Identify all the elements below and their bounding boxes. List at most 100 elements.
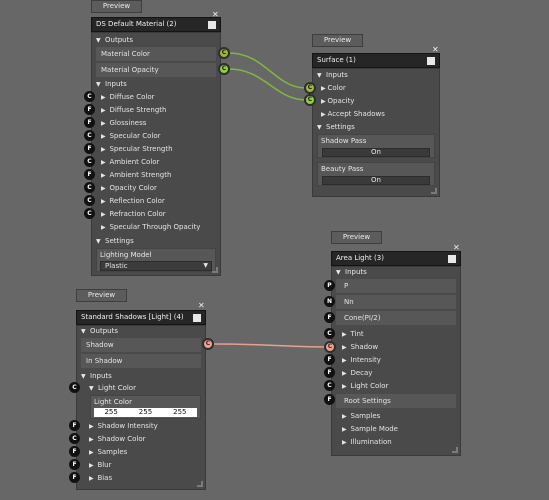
port-shadows-input[interactable]: F <box>69 420 80 431</box>
shadow-pass-box: Shadow Pass On <box>317 134 435 158</box>
area-light-top-input-row: P <box>336 279 456 293</box>
resize-handle[interactable] <box>452 447 458 453</box>
wire-shadow-to-area-light-shadow <box>212 343 327 348</box>
port-material-input[interactable]: F <box>84 104 95 115</box>
area-light-node-title[interactable]: Area Light (3) <box>331 251 461 266</box>
port-material-input[interactable]: C <box>84 91 95 102</box>
surface-settings-section-header[interactable]: ▼ Settings <box>317 122 355 133</box>
resize-handle[interactable] <box>212 267 218 273</box>
beauty-pass-toggle[interactable]: On <box>322 176 430 185</box>
material-input-row: ▶ Diffuse Strength <box>101 106 167 114</box>
lighting-model-value: Plastic <box>105 262 128 270</box>
port-area-top-input[interactable]: P <box>324 280 335 291</box>
material-input-row: ▶ Ambient Strength <box>101 171 172 179</box>
port-area-input[interactable]: C <box>324 380 335 391</box>
port-surface-opacity-in[interactable]: C <box>304 94 316 106</box>
light-color-label: Light Color <box>94 398 132 406</box>
port-material-opacity-out[interactable]: C <box>218 63 230 75</box>
light-color-b[interactable]: 255 <box>173 408 186 417</box>
lighting-model-dropdown[interactable]: Plastic ▼ <box>100 261 212 271</box>
light-color-r[interactable]: 255 <box>104 408 117 417</box>
menu-icon[interactable] <box>208 21 216 29</box>
port-shadows-input[interactable]: F <box>69 459 80 470</box>
port-shadows-input[interactable]: F <box>69 446 80 457</box>
port-shadows-input[interactable]: C <box>69 433 80 444</box>
shadows-inputs-section-header[interactable]: ▼ Inputs <box>81 371 112 382</box>
port-material-color-out[interactable]: C <box>218 47 230 59</box>
shadows-preview-button[interactable]: Preview <box>76 289 127 302</box>
menu-icon[interactable] <box>448 255 456 263</box>
beauty-pass-label: Beauty Pass <box>321 165 364 173</box>
menu-icon[interactable] <box>193 314 201 322</box>
output-row-material-opacity: Material Opacity <box>96 63 216 77</box>
inputs-section-header[interactable]: ▼ Inputs <box>96 79 127 90</box>
area-light-top-input-row: Cone(PI/2) <box>336 311 456 325</box>
area-light-top-input-row: Nn <box>336 295 456 309</box>
area-light-preview-button[interactable]: Preview <box>331 231 382 244</box>
shadow-pass-label: Shadow Pass <box>321 137 367 145</box>
port-area-input[interactable]: F <box>324 354 335 365</box>
port-shadows-input[interactable]: F <box>69 472 80 483</box>
port-area-root-settings[interactable]: F <box>324 394 335 405</box>
port-surface-color-in[interactable]: C <box>304 82 316 94</box>
triangle-down-icon: ▼ <box>96 81 101 88</box>
resize-handle[interactable] <box>431 188 437 194</box>
light-color-section-header[interactable]: ▼ Light Color <box>89 383 136 394</box>
shadows-node-title[interactable]: Standard Shadows [Light] (4) <box>76 310 206 325</box>
port-material-input[interactable]: C <box>84 182 95 193</box>
wire-material-opacity-to-surface-color <box>228 68 307 101</box>
output-row-shadow: Shadow <box>81 338 201 352</box>
port-area-input[interactable]: C <box>324 328 335 339</box>
area-light-setting-row: ▶ Samples <box>342 412 381 420</box>
shadows-input-row: ▶ Bias <box>89 474 113 482</box>
port-area-top-input[interactable]: F <box>324 312 335 323</box>
shadow-pass-toggle[interactable]: On <box>322 148 430 157</box>
port-material-input[interactable]: F <box>84 117 95 128</box>
light-color-box: Light Color 255 255 255 <box>90 395 201 419</box>
triangle-down-icon: ▼ <box>81 373 86 380</box>
surface-node-title-text: Surface (1) <box>317 56 356 64</box>
surface-node-body: ▼ Inputs ▶ Color ▶ Opacity ▶ Accept Shado… <box>312 68 440 197</box>
triangle-down-icon: ▼ <box>317 124 322 131</box>
material-input-row: ▶ Refraction Color <box>101 210 166 218</box>
port-material-input[interactable]: C <box>84 156 95 167</box>
shadows-input-row: ▶ Shadow Intensity <box>89 422 158 430</box>
material-input-row: ▶ Specular Color <box>101 132 161 140</box>
port-shadow-out[interactable]: C <box>202 338 214 350</box>
settings-section-header[interactable]: ▼ Settings <box>96 236 134 247</box>
material-node: DS Default Material (2) ▼ Outputs Materia… <box>91 17 221 276</box>
surface-node-title[interactable]: Surface (1) <box>312 53 440 68</box>
output-row-material-color: Material Color <box>96 47 216 61</box>
area-light-inputs-section-header[interactable]: ▼ Inputs <box>336 267 367 278</box>
triangle-down-icon: ▼ <box>96 37 101 44</box>
material-preview-button[interactable]: Preview <box>91 0 142 13</box>
outputs-section-header[interactable]: ▼ Outputs <box>96 35 133 46</box>
shadows-node-body: ▼ Outputs Shadow In Shadow ▼ Inputs ▼ Light… <box>76 325 206 490</box>
light-color-values[interactable]: 255 255 255 <box>94 408 197 417</box>
port-light-color-in[interactable]: C <box>69 382 80 393</box>
port-area-top-input[interactable]: N <box>324 296 335 307</box>
port-area-shadow-in[interactable]: C <box>324 341 336 353</box>
lighting-model-label: Lighting Model <box>100 251 152 259</box>
surface-input-accept-shadows: ▶ Accept Shadows <box>321 110 385 118</box>
area-light-setting-row: ▶ Illumination <box>342 438 392 446</box>
port-material-input[interactable]: F <box>84 169 95 180</box>
port-material-input[interactable]: C <box>84 208 95 219</box>
menu-icon[interactable] <box>427 57 435 65</box>
material-input-row: ▶ Opacity Color <box>101 184 157 192</box>
shadows-close-icon[interactable]: ✕ <box>198 302 205 310</box>
light-color-g[interactable]: 255 <box>139 408 152 417</box>
port-material-input[interactable]: C <box>84 195 95 206</box>
port-area-input[interactable]: F <box>324 367 335 378</box>
surface-preview-button[interactable]: Preview <box>312 34 363 47</box>
output-row-in-shadow: In Shadow <box>81 354 201 368</box>
surface-inputs-section-header[interactable]: ▼ Inputs <box>317 70 348 81</box>
port-material-input[interactable]: C <box>84 130 95 141</box>
material-node-title[interactable]: DS Default Material (2) <box>91 17 221 32</box>
material-input-row: ▶ Specular Through Opacity <box>101 223 201 231</box>
port-material-input[interactable]: F <box>84 143 95 154</box>
shadows-input-row: ▶ Shadow Color <box>89 435 146 443</box>
resize-handle[interactable] <box>197 481 203 487</box>
root-settings-row[interactable]: Root Settings <box>336 394 456 408</box>
shadows-outputs-section-header[interactable]: ▼ Outputs <box>81 326 118 337</box>
